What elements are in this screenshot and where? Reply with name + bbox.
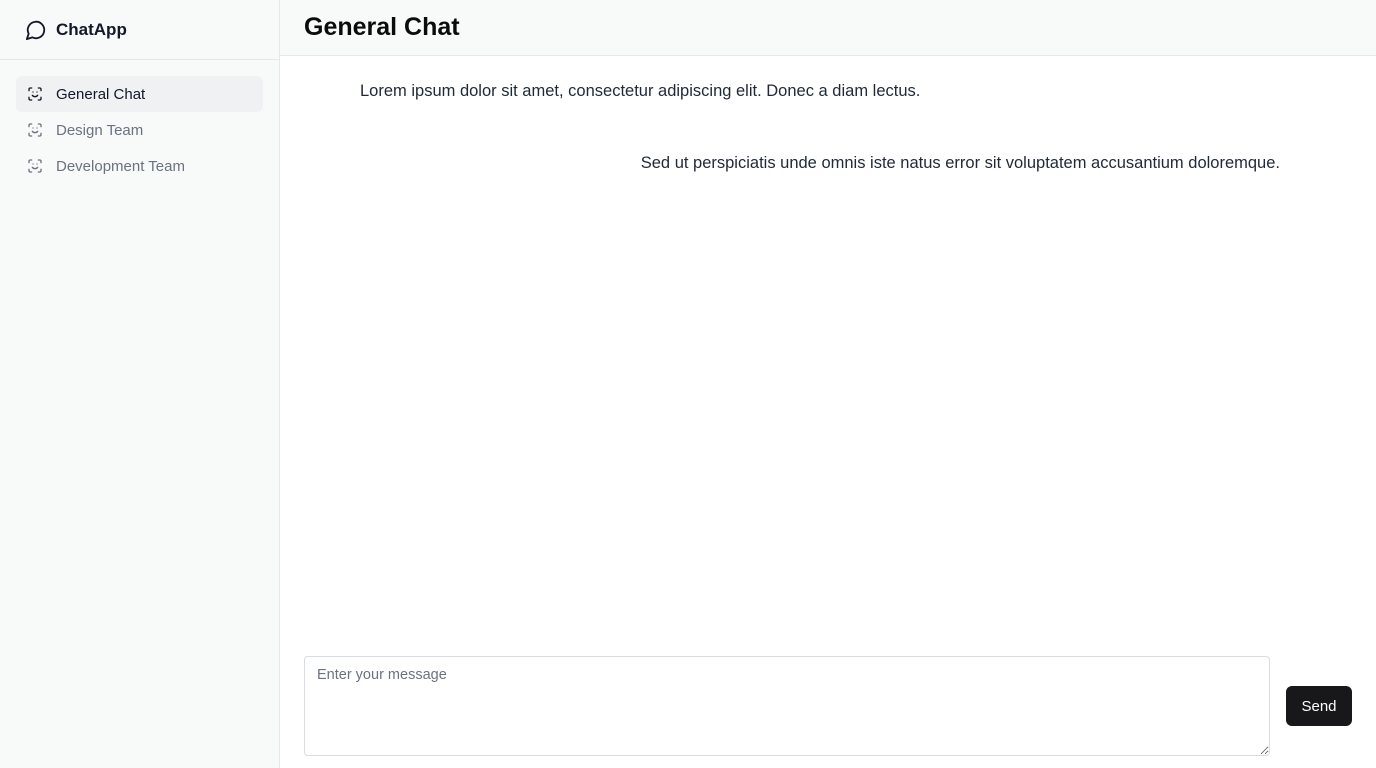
app-name: ChatApp bbox=[56, 19, 127, 39]
message-circle-icon bbox=[25, 19, 47, 41]
sidebar-item-design-team[interactable]: Design Team bbox=[16, 112, 263, 148]
message-input[interactable] bbox=[304, 656, 1270, 756]
sidebar-item-general-chat[interactable]: General Chat bbox=[16, 76, 263, 112]
sidebar: ChatApp General Chat Design Team Develop… bbox=[0, 0, 280, 768]
sidebar-item-label: General Chat bbox=[56, 85, 146, 103]
page-title: General Chat bbox=[304, 13, 460, 41]
brand: ChatApp bbox=[0, 0, 279, 60]
chat-panel: General Chat Lorem ipsum dolor sit amet,… bbox=[280, 0, 1376, 768]
chat-header: General Chat bbox=[280, 0, 1376, 56]
app-window: ChatApp General Chat Design Team Develop… bbox=[0, 0, 1376, 768]
send-button[interactable]: Send bbox=[1286, 686, 1352, 726]
scan-face-icon bbox=[27, 86, 43, 102]
sidebar-item-label: Development Team bbox=[56, 157, 185, 175]
sidebar-item-label: Design Team bbox=[56, 121, 144, 139]
sidebar-item-development-team[interactable]: Development Team bbox=[16, 148, 263, 184]
scan-face-icon bbox=[27, 122, 43, 138]
message-received: Lorem ipsum dolor sit amet, consectetur … bbox=[360, 82, 921, 100]
message-list[interactable]: Lorem ipsum dolor sit amet, consectetur … bbox=[280, 56, 1376, 644]
message-composer: Send bbox=[280, 644, 1376, 768]
scan-face-icon bbox=[27, 158, 43, 174]
message-sent: Sed ut perspiciatis unde omnis iste natu… bbox=[640, 154, 1280, 172]
channel-list: General Chat Design Team Development Tea… bbox=[0, 60, 279, 184]
